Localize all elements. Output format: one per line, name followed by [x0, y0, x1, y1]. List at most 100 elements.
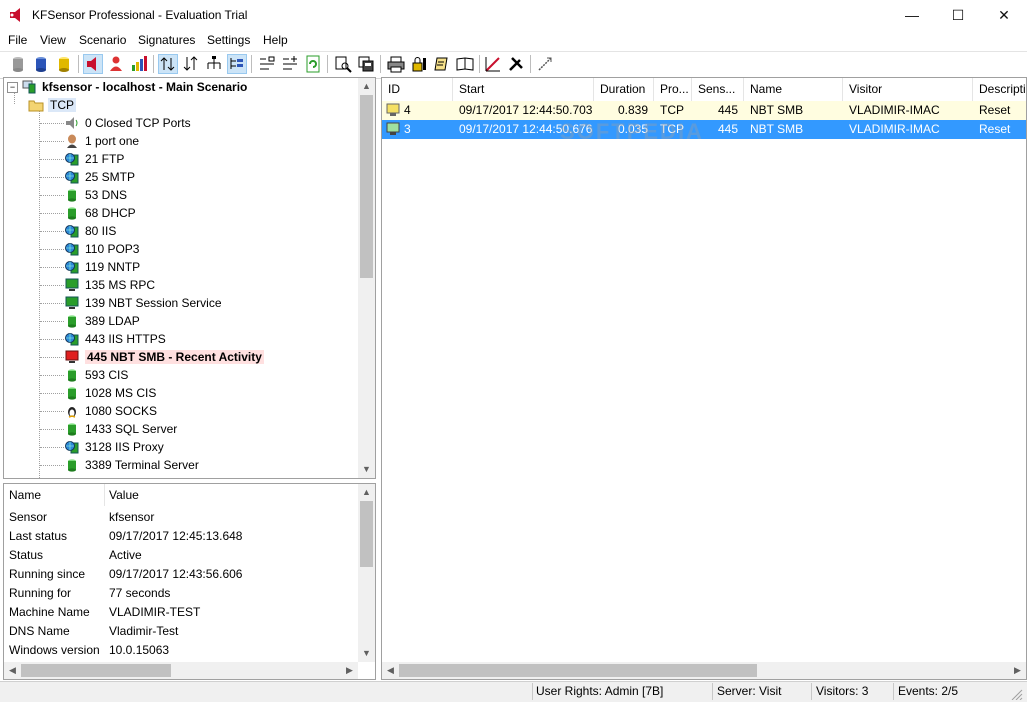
tree-item-port-119[interactable]: 119 NNTP	[65, 258, 140, 276]
close-button[interactable]: ✕	[981, 0, 1027, 30]
collapse-tree-icon[interactable]	[257, 54, 277, 74]
scroll-up-icon[interactable]: ▲	[358, 484, 375, 501]
network-icon[interactable]	[204, 54, 224, 74]
server-yellow-icon[interactable]	[54, 54, 74, 74]
print-icon[interactable]	[386, 54, 406, 74]
properties-panel[interactable]: Name Value Sensor kfsensor Last status 09/1…	[3, 483, 376, 680]
alert-speaker-icon[interactable]	[83, 54, 103, 74]
tree-item-label: 0 Closed TCP Ports	[85, 116, 191, 130]
tree-connector	[40, 375, 64, 376]
menu-signatures[interactable]: Signatures	[138, 33, 195, 47]
property-name: Running since	[9, 567, 86, 581]
tree-item-port-1028[interactable]: 1028 MS CIS	[65, 384, 156, 402]
scroll-left-icon[interactable]: ◀	[4, 662, 21, 679]
window-title: KFSensor Professional - Evaluation Trial	[32, 8, 248, 22]
book-icon[interactable]	[455, 54, 475, 74]
tree-item-port-25[interactable]: 25 SMTP	[65, 168, 135, 186]
scroll-up-icon[interactable]: ▲	[358, 78, 375, 95]
tree-item-port-389[interactable]: 389 LDAP	[65, 312, 140, 330]
tree-folder-label: TCP	[48, 98, 76, 112]
menu-help[interactable]: Help	[263, 33, 288, 47]
tree-connector	[40, 447, 64, 448]
tree-item-port-0[interactable]: 0 Closed TCP Ports	[65, 114, 191, 132]
tree-item-port-80[interactable]: 80 IIS	[65, 222, 116, 240]
tree-item-port-53[interactable]: 53 DNS	[65, 186, 127, 204]
tree-root-label: kfsensor - localhost - Main Scenario	[42, 80, 248, 94]
server-grey-icon[interactable]	[8, 54, 28, 74]
scroll-down-icon[interactable]: ▼	[358, 461, 375, 478]
tree-item-port-3128[interactable]: 3128 IIS Proxy	[65, 438, 164, 456]
column-header-visitor[interactable]: Visitor	[843, 78, 973, 101]
scroll-right-icon[interactable]: ▶	[1009, 662, 1026, 679]
toolbar-separator	[153, 55, 154, 73]
props-horizontal-scrollbar[interactable]: ◀ ▶	[4, 662, 358, 679]
refresh-icon[interactable]	[303, 54, 323, 74]
tools-icon[interactable]	[506, 54, 526, 74]
menu-view[interactable]: View	[40, 33, 66, 47]
lock-icon[interactable]	[409, 54, 429, 74]
event-visitor: VLADIMIR-IMAC	[849, 103, 940, 117]
resize-grip-icon[interactable]	[1010, 688, 1024, 701]
column-header-description[interactable]: Descripti	[973, 78, 1026, 101]
event-row[interactable]: 4 09/17/2017 12:44:50.703 0.839 TCP 445 …	[382, 101, 1026, 120]
column-header-protocol[interactable]: Pro...	[654, 78, 692, 101]
wizard-icon[interactable]	[483, 54, 503, 74]
tree-item-port-3389[interactable]: 3389 Terminal Server	[65, 456, 199, 474]
server-blue-icon[interactable]	[31, 54, 51, 74]
events-list-panel[interactable]: ID Start Duration Pro... Sens... Name Vi…	[381, 77, 1027, 680]
search-icon[interactable]	[333, 54, 353, 74]
sort-ascending-icon[interactable]	[158, 54, 178, 74]
property-name: Status	[9, 548, 44, 562]
scrollbar-thumb[interactable]	[360, 95, 373, 278]
column-header-duration[interactable]: Duration	[594, 78, 654, 101]
tree-connector	[40, 357, 64, 358]
bar-chart-icon[interactable]	[129, 54, 149, 74]
scrollbar-thumb[interactable]	[360, 501, 373, 567]
tree-view-icon[interactable]	[227, 54, 247, 74]
column-header-name[interactable]: Name	[744, 78, 843, 101]
tree-item-port-1080[interactable]: 1080 SOCKS	[65, 402, 157, 420]
scroll-down-icon[interactable]: ▼	[358, 645, 375, 662]
column-header-id[interactable]: ID	[382, 78, 453, 101]
tree-item-port-139[interactable]: 139 NBT Session Service	[65, 294, 222, 312]
tree-root[interactable]: − kfsensor - localhost - Main Scenario	[7, 78, 247, 96]
pointer-icon[interactable]	[535, 54, 555, 74]
tree-item-port-21[interactable]: 21 FTP	[65, 150, 124, 168]
tree-item-port-68[interactable]: 68 DHCP	[65, 204, 136, 222]
tree-item-port-593[interactable]: 593 CIS	[65, 366, 128, 384]
menu-file[interactable]: File	[8, 33, 27, 47]
tree-item-port-1[interactable]: 1 port one	[65, 132, 139, 150]
sensor-tree-panel[interactable]: − kfsensor - localhost - Main Scenario TC…	[3, 77, 376, 479]
event-name: NBT SMB	[750, 122, 804, 136]
props-vertical-scrollbar[interactable]: ▲ ▼	[358, 484, 375, 662]
tree-vertical-scrollbar[interactable]: ▲ ▼	[358, 78, 375, 478]
save-icon[interactable]	[356, 54, 376, 74]
tree-folder-tcp[interactable]: TCP	[28, 96, 76, 114]
scrollbar-thumb[interactable]	[399, 664, 757, 677]
scroll-right-icon[interactable]: ▶	[341, 662, 358, 679]
expand-tree-icon[interactable]	[280, 54, 300, 74]
column-header-start[interactable]: Start	[453, 78, 594, 101]
tree-item-port-135[interactable]: 135 MS RPC	[65, 276, 155, 294]
event-row-selected[interactable]: 3 09/17/2017 12:44:50.676 0.035 TCP 445 …	[382, 120, 1026, 139]
globe-server-icon	[65, 152, 79, 166]
props-header-value[interactable]: Value	[109, 486, 139, 505]
tree-item-port-1433[interactable]: 1433 SQL Server	[65, 420, 177, 438]
user-red-icon[interactable]	[106, 54, 126, 74]
props-header-name[interactable]: Name	[9, 486, 41, 505]
tree-item-port-110[interactable]: 110 POP3	[65, 240, 139, 258]
menu-scenario[interactable]: Scenario	[79, 33, 126, 47]
person-icon	[65, 134, 79, 148]
minimize-button[interactable]: —	[889, 0, 935, 30]
menu-settings[interactable]: Settings	[207, 33, 250, 47]
maximize-button[interactable]: ☐	[935, 0, 981, 30]
events-horizontal-scrollbar[interactable]: ◀ ▶	[382, 662, 1026, 679]
scrollbar-thumb[interactable]	[21, 664, 171, 677]
sort-descending-icon[interactable]	[181, 54, 201, 74]
column-header-sensor[interactable]: Sens...	[692, 78, 744, 101]
tree-item-port-443[interactable]: 443 IIS HTTPS	[65, 330, 166, 348]
scroll-icon[interactable]	[432, 54, 452, 74]
scroll-left-icon[interactable]: ◀	[382, 662, 399, 679]
tree-item-port-445[interactable]: 445 NBT SMB - Recent Activity	[65, 348, 264, 366]
kfsensor-app-icon	[8, 7, 24, 23]
